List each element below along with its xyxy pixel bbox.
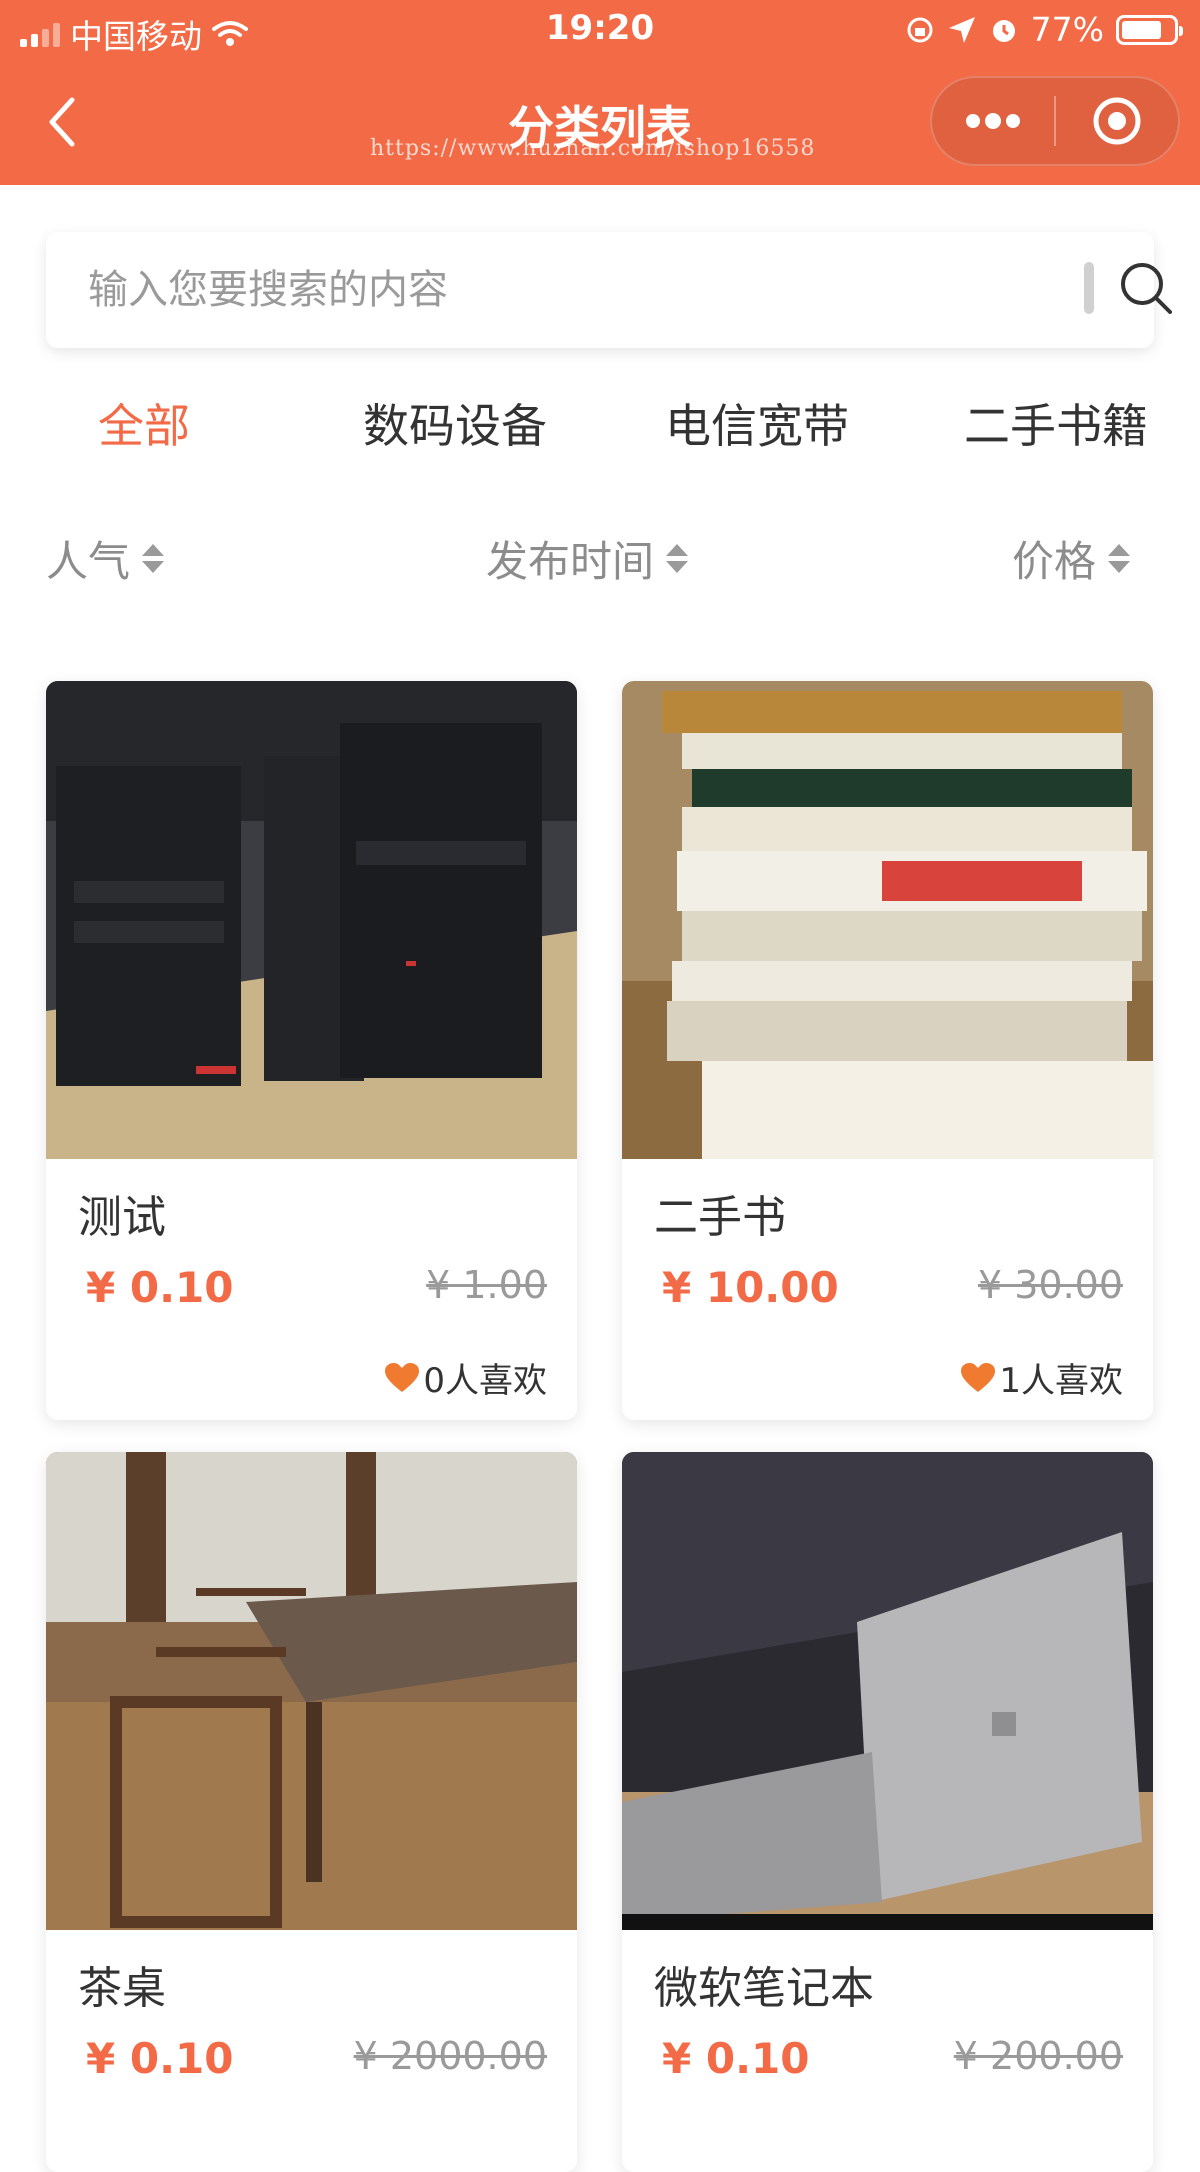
sort-label: 人气 [46, 537, 131, 586]
product-card[interactable]: 微软笔记本 ¥ 0.10 ¥ 200.00 [622, 1452, 1153, 2172]
product-likes: 1人喜欢 [961, 1353, 1123, 1402]
sort-publish-time[interactable]: 发布时间 [486, 528, 689, 589]
product-original-price: ¥ 200.00 [953, 2034, 1123, 2078]
tab-telecom-broadband[interactable]: 电信宽带 [665, 390, 849, 456]
product-price: ¥ 0.10 [662, 2034, 810, 2083]
tab-digital-devices[interactable]: 数码设备 [363, 390, 547, 456]
product-image[interactable] [46, 1452, 577, 1930]
product-image[interactable] [622, 681, 1153, 1159]
status-bar: 中国移动 19:20 77% [0, 0, 1200, 62]
battery-percent: 77% [1030, 10, 1104, 49]
category-tabs: 全部 数码设备 电信宽带 二手书籍 [0, 390, 1200, 480]
product-name: 微软笔记本 [654, 1963, 874, 2014]
sort-arrows-icon [142, 544, 165, 573]
rotation-lock-icon [907, 17, 933, 42]
book-stack-photo [622, 681, 1153, 1159]
more-dots-icon [966, 113, 1020, 129]
heart-icon [385, 1362, 420, 1392]
tea-table-photo [46, 1452, 577, 1930]
likes-count: 1人喜欢 [999, 1361, 1123, 1401]
status-right: 77% [905, 10, 1183, 49]
watermark-text: https://www.huzhan.com/ishop16558 [370, 136, 816, 161]
battery-icon [1116, 14, 1183, 45]
surface-laptop-photo [622, 1452, 1153, 1930]
target-circle-icon [1093, 97, 1141, 145]
product-original-price: ¥ 2000.00 [353, 2034, 547, 2078]
sort-arrows-icon [666, 544, 689, 573]
close-program-button[interactable] [1056, 78, 1178, 164]
sort-label: 价格 [1012, 537, 1097, 586]
product-card[interactable]: 测试 ¥ 0.10 ¥ 1.00 0人喜欢 [46, 681, 577, 1420]
sort-price[interactable]: 价格 [1012, 528, 1131, 589]
sort-popularity[interactable]: 人气 [46, 528, 165, 589]
search-divider [1084, 262, 1094, 314]
alarm-icon [992, 19, 1015, 42]
product-original-price: ¥ 30.00 [977, 1263, 1123, 1307]
computer-towers-photo [46, 681, 577, 1159]
product-image[interactable] [622, 1452, 1153, 1930]
header: 中国移动 19:20 77% 分类列表 https://www.huzhan.c… [0, 0, 1200, 185]
product-name: 二手书 [654, 1192, 786, 1243]
heart-icon [961, 1362, 996, 1392]
search-icon[interactable] [1116, 258, 1176, 318]
product-likes: 0人喜欢 [385, 1353, 547, 1402]
product-price: ¥ 0.10 [86, 1263, 234, 1312]
tab-all[interactable]: 全部 [98, 390, 190, 456]
product-price: ¥ 0.10 [86, 2034, 234, 2083]
product-card[interactable]: 二手书 ¥ 10.00 ¥ 30.00 1人喜欢 [622, 681, 1153, 1420]
sort-arrows-icon [1108, 544, 1131, 573]
product-price: ¥ 10.00 [662, 1263, 839, 1312]
mini-program-capsule [930, 76, 1180, 166]
search-bar [46, 232, 1172, 348]
likes-count: 0人喜欢 [423, 1361, 547, 1401]
product-name: 茶桌 [78, 1963, 166, 2014]
product-image[interactable] [46, 681, 577, 1159]
more-button[interactable] [932, 78, 1054, 164]
search-input[interactable] [88, 258, 988, 322]
product-original-price: ¥ 1.00 [426, 1263, 547, 1307]
sort-bar: 人气 发布时间 价格 [0, 528, 1200, 598]
sort-label: 发布时间 [486, 537, 655, 586]
location-icon [948, 16, 975, 43]
tab-secondhand-books[interactable]: 二手书籍 [964, 390, 1148, 456]
nav-bar: 分类列表 https://www.huzhan.com/ishop16558 [0, 62, 1200, 185]
product-name: 测试 [78, 1192, 166, 1243]
product-card[interactable]: 茶桌 ¥ 0.10 ¥ 2000.00 [46, 1452, 577, 2172]
